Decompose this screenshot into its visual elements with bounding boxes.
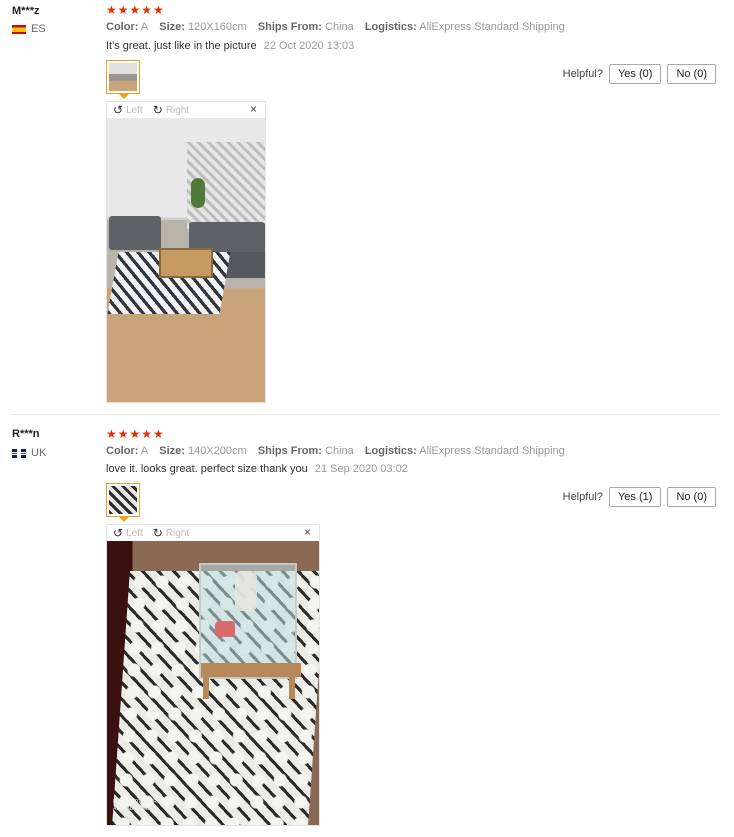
thumbnail-image bbox=[109, 63, 137, 91]
vase-shape bbox=[235, 571, 257, 611]
country-code: UK bbox=[31, 447, 47, 459]
viewer-toolbar: ↺ Left ↻ Right × bbox=[107, 102, 265, 118]
thumbnail-pointer bbox=[119, 517, 129, 522]
rotate-right-icon: ↻ bbox=[152, 526, 163, 540]
rotate-left-icon: ↺ bbox=[113, 103, 124, 117]
no-button[interactable]: No (0) bbox=[667, 64, 716, 84]
reviewer-country: UK bbox=[12, 447, 46, 459]
rotate-right-icon: ↻ bbox=[152, 103, 163, 117]
spain-flag-icon bbox=[12, 24, 26, 34]
close-icon[interactable]: × bbox=[304, 525, 311, 539]
rotate-left-button[interactable]: ↺ Left bbox=[113, 103, 143, 117]
yes-button[interactable]: Yes (0) bbox=[608, 64, 662, 84]
thumbnail-pointer bbox=[119, 94, 129, 99]
review-content: It's great. just like in the picture 22 … bbox=[106, 40, 354, 52]
table-leg-shape bbox=[203, 675, 209, 699]
helpful-label: Helpful? bbox=[562, 68, 603, 80]
sofa-left-shape bbox=[109, 216, 161, 250]
review-content: love it. looks great. perfect size thank… bbox=[106, 463, 408, 475]
photo-viewer: ↺ Left ↻ Right × bbox=[106, 101, 266, 403]
review-date: 21 Sep 2020 03:02 bbox=[314, 463, 408, 475]
helpful-vote: Helpful? Yes (0) No (0) bbox=[563, 64, 716, 84]
reviewer-name: R***n bbox=[12, 428, 40, 440]
review-item: M***z ES ★★★★★ Color: A Size: 120X160cm … bbox=[0, 0, 734, 414]
camera-watermark: REDMI NOTE 9 PRO AI QUAD CAMERA bbox=[113, 799, 161, 812]
uk-flag-icon bbox=[12, 448, 26, 458]
reviewer-country: ES bbox=[12, 23, 46, 35]
no-button[interactable]: No (0) bbox=[667, 487, 716, 507]
table-leg-shape bbox=[289, 675, 295, 699]
red-object-shape bbox=[215, 621, 235, 637]
yes-button[interactable]: Yes (1) bbox=[608, 487, 662, 507]
viewer-toolbar: ↺ Left ↻ Right × bbox=[107, 525, 319, 541]
plant-shape bbox=[191, 178, 205, 208]
review-text: It's great. just like in the picture bbox=[106, 40, 257, 52]
rotate-right-button[interactable]: ↻ Right bbox=[153, 103, 189, 117]
close-icon[interactable]: × bbox=[250, 102, 257, 116]
rotate-left-icon: ↺ bbox=[113, 526, 124, 540]
review-text: love it. looks great. perfect size thank… bbox=[106, 463, 308, 475]
review-item: R***n UK ★★★★★ Color: A Size: 140X200cm … bbox=[0, 416, 734, 837]
rotate-left-button[interactable]: ↺ Left bbox=[113, 526, 143, 540]
review-photo-rug-table: REDMI NOTE 9 PRO AI QUAD CAMERA bbox=[107, 541, 319, 825]
review-date: 22 Oct 2020 13:03 bbox=[263, 40, 355, 52]
country-code: ES bbox=[31, 23, 46, 35]
review-divider bbox=[12, 414, 720, 415]
thumbnail-image bbox=[109, 486, 137, 514]
helpful-label: Helpful? bbox=[562, 491, 603, 503]
review-photo-thumbnail[interactable] bbox=[106, 60, 140, 94]
star-rating: ★★★★★ bbox=[106, 427, 165, 441]
coffee-table-shape bbox=[159, 248, 213, 278]
reviewer-name: M***z bbox=[12, 5, 40, 17]
star-rating: ★★★★★ bbox=[106, 3, 165, 17]
review-meta: Color: A Size: 140X200cm Ships From: Chi… bbox=[106, 445, 565, 457]
rotate-right-button[interactable]: ↻ Right bbox=[153, 526, 189, 540]
table-frame-shape bbox=[201, 663, 301, 677]
helpful-vote: Helpful? Yes (1) No (0) bbox=[563, 487, 716, 507]
review-photo-living-room bbox=[107, 118, 265, 402]
review-meta: Color: A Size: 120X160cm Ships From: Chi… bbox=[106, 21, 565, 33]
photo-viewer: ↺ Left ↻ Right × REDMI NOTE 9 PRO AI QUA… bbox=[106, 524, 320, 826]
review-photo-thumbnail[interactable] bbox=[106, 483, 140, 517]
